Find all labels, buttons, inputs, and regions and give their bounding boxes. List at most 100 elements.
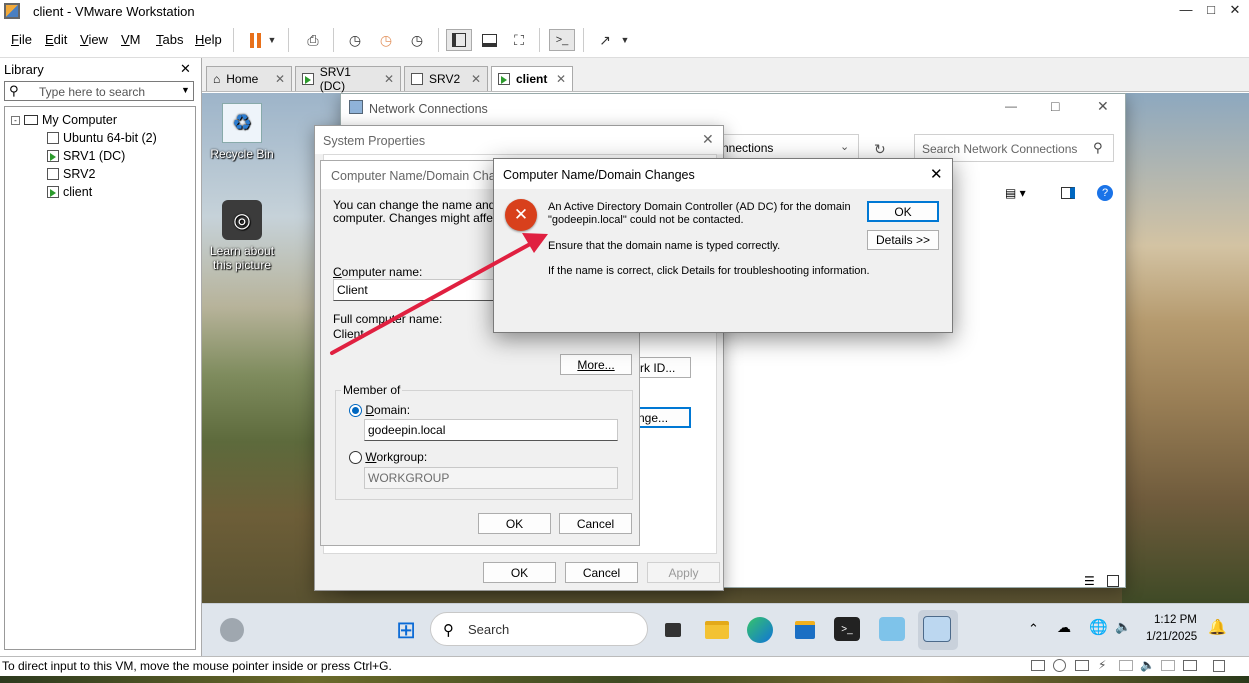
tree-item-label: client [63,185,93,199]
tree-item-client[interactable]: client [47,183,92,201]
system-properties-app-icon[interactable] [923,616,951,642]
resize-grip-icon[interactable] [1213,660,1225,672]
language-icon[interactable]: 🌐 [1089,618,1108,636]
toolbar-separator [333,28,334,52]
menu-file[interactable]: File [11,32,32,47]
maximize-icon[interactable]: □ [1201,2,1221,17]
toolbar-separator [438,28,439,52]
vm-tree: - My Computer Ubuntu 64-bit (2) SRV1 (DC… [4,106,196,650]
close-tab-icon[interactable]: ✕ [556,72,566,86]
library-panel: Library ✕ ⚲ Type here to search ▼ - My C… [0,58,202,656]
status-message: To direct input to this VM, move the mou… [2,659,392,673]
thumbnail-bar-icon[interactable] [476,29,502,51]
notification-bell-icon[interactable]: 🔔 [1208,618,1227,636]
chevron-down-icon[interactable]: ▼ [181,85,190,95]
tab-srv2[interactable]: SRV2 ✕ [404,66,488,91]
snapshot-manager-icon[interactable]: ◷ [404,29,430,51]
vmware-titlebar: client - VMware Workstation — □ ✕ [0,0,1249,22]
menu-toolbar: File Edit View VM Tabs Help ▼ ⎙ ◷ ◷ ◷ ⛶ … [0,22,1249,58]
tree-item-label: SRV2 [63,167,96,181]
tab-label: client [516,72,548,86]
guest-desktop[interactable]: ♻ Recycle Bin ◎ Learn about this picture… [202,93,1249,656]
message-icon[interactable] [1183,660,1197,671]
tab-home[interactable]: ⌂ Home ✕ [206,66,292,91]
volume-icon[interactable]: 🔈 [1115,619,1131,635]
taskbar-search-placeholder: Search [468,622,510,637]
windows-taskbar: ⊞ ⚲ Search >_ ⌃ ☁ 🌐 🔈 1:12 PM 1/21/2025 … [202,603,1249,656]
tree-root-label: My Computer [42,113,118,127]
network-offline-icon[interactable]: ☁ [1057,619,1071,636]
chevron-down-icon[interactable]: ▼ [617,29,633,51]
store-icon[interactable] [790,615,820,645]
terminal-icon[interactable]: >_ [834,617,860,641]
edge-icon[interactable] [747,617,773,643]
close-tab-icon[interactable]: ✕ [471,72,481,86]
task-view-icon[interactable] [658,615,688,645]
menu-help[interactable]: Help [195,32,222,47]
vm-running-icon [302,73,314,85]
tab-label: SRV1 (DC) [319,65,351,93]
vm-off-icon [411,73,423,85]
console-view-icon[interactable]: >_ [549,29,575,51]
menu-vm[interactable]: VM [121,32,141,47]
stretch-guest-icon[interactable]: ↗ [592,29,618,51]
snapshot-icon[interactable]: ◷ [342,29,368,51]
display-icon[interactable] [1161,660,1175,671]
vm-off-icon [47,132,59,144]
annotation-arrow [330,233,548,355]
start-icon[interactable]: ⊞ [391,615,421,645]
tab-label: Home [226,72,259,86]
tree-item-ubuntu[interactable]: Ubuntu 64-bit (2) [47,129,157,147]
send-ctrl-alt-del-icon[interactable]: ⎙ [300,29,326,51]
clock-time[interactable]: 1:12 PM [1154,614,1197,626]
vmware-logo-icon [4,3,20,19]
computer-icon [24,115,38,125]
file-explorer-icon[interactable] [702,615,732,645]
menu-view[interactable]: View [80,32,108,47]
close-tab-icon[interactable]: ✕ [275,72,285,86]
printer-icon[interactable] [1119,660,1133,671]
home-icon: ⌂ [213,72,221,86]
tree-item-srv1[interactable]: SRV1 (DC) [47,147,125,165]
cd-icon[interactable] [1053,659,1066,672]
status-bar: To direct input to this VM, move the mou… [0,656,1249,676]
control-panel-icon[interactable] [879,617,905,641]
full-screen-icon[interactable]: ⛶ [506,29,532,51]
tree-item-label: SRV1 (DC) [63,149,126,163]
revert-snapshot-icon[interactable]: ◷ [373,29,399,51]
tree-item-srv2[interactable]: SRV2 [47,165,95,183]
library-search-placeholder: Type here to search [39,85,146,99]
close-library-icon[interactable]: ✕ [180,61,191,77]
tab-client[interactable]: client ✕ [491,66,573,91]
hard-disk-icon[interactable] [1031,660,1045,671]
vm-off-icon [47,168,59,180]
library-search[interactable]: ⚲ Type here to search ▼ [4,81,194,101]
taskbar-search[interactable]: ⚲ Search [430,612,648,646]
chevron-down-icon[interactable]: ▼ [264,29,280,51]
tab-label: SRV2 [429,72,461,86]
close-tab-icon[interactable]: ✕ [384,72,394,86]
vm-running-icon [498,73,510,85]
vm-running-icon [47,150,59,162]
library-title: Library [4,62,44,77]
network-adapter-icon[interactable] [1075,660,1089,671]
clock-date[interactable]: 1/21/2025 [1146,631,1197,643]
toolbar-separator [539,28,540,52]
search-icon: ⚲ [443,622,454,639]
weather-icon[interactable] [220,618,244,642]
minimize-icon[interactable]: — [1176,2,1196,17]
menu-edit[interactable]: Edit [45,32,67,47]
menu-tabs[interactable]: Tabs [156,32,183,47]
vm-tabs: ⌂ Home ✕ SRV1 (DC) ✕ SRV2 ✕ client ✕ [202,58,1249,93]
search-icon: ⚲ [9,83,19,98]
usb-icon[interactable]: ⚡ [1098,658,1106,672]
sound-icon[interactable]: 🔈 [1140,658,1155,672]
toolbar-separator [583,28,584,52]
tab-srv1[interactable]: SRV1 (DC) ✕ [295,65,401,93]
toolbar-separator [233,28,234,52]
close-icon[interactable]: ✕ [1225,2,1245,18]
collapse-icon[interactable]: - [11,115,20,125]
library-toggle-icon[interactable] [446,29,472,51]
tree-root[interactable]: - My Computer [11,111,117,129]
chevron-up-icon[interactable]: ⌃ [1028,621,1039,637]
